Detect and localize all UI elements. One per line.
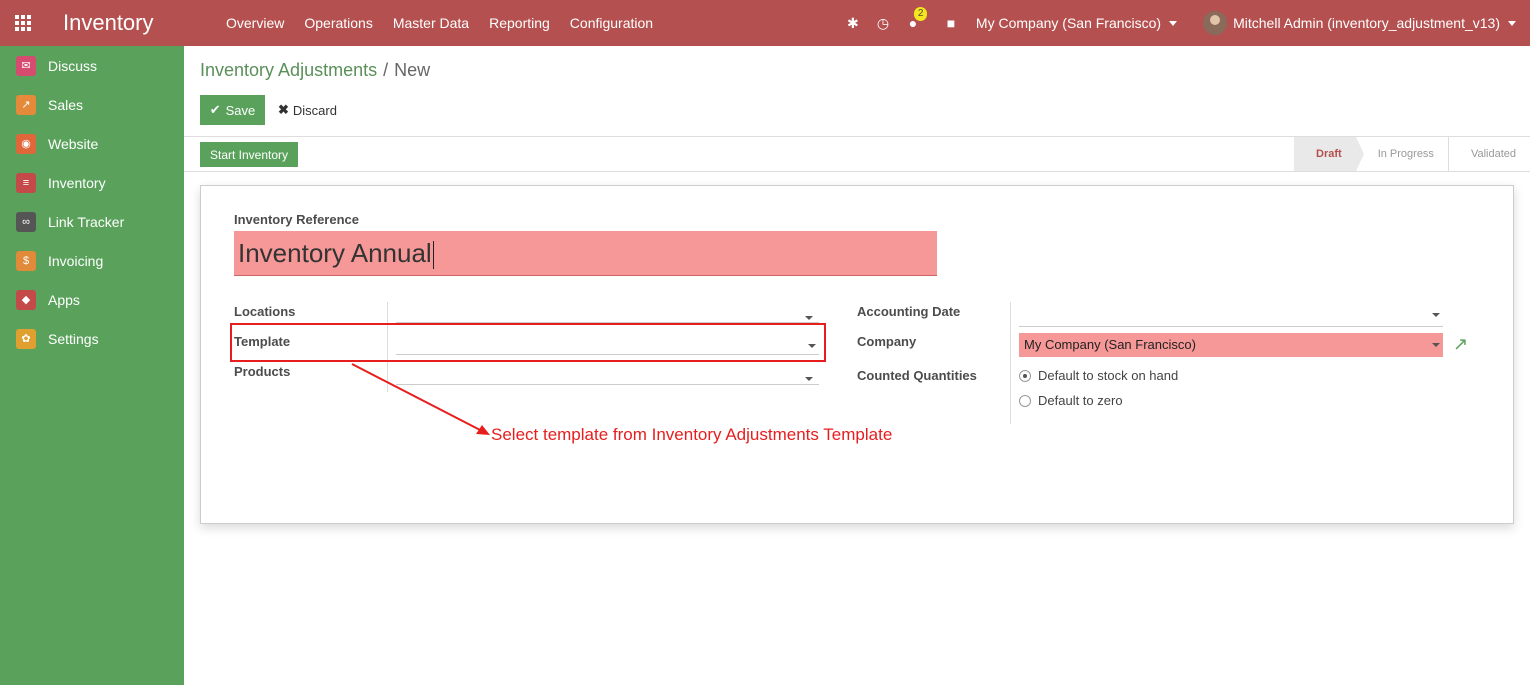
sidebar-item-label: Discuss xyxy=(48,57,98,74)
company-field[interactable]: My Company (San Francisco) xyxy=(1019,333,1443,357)
counted-quantities-label: Counted Quantities xyxy=(857,368,977,383)
sidebar-item-invoicing[interactable]: $ Invoicing xyxy=(0,241,184,280)
external-link-icon[interactable]: ↗ xyxy=(1453,334,1468,355)
chevron-down-icon[interactable] xyxy=(805,316,813,320)
settings-icon: ✿ xyxy=(16,328,36,349)
radio-label: Default to stock on hand xyxy=(1038,368,1179,383)
radio-dot xyxy=(1019,369,1031,382)
gift-icon[interactable]: ■ xyxy=(936,15,966,31)
app-brand[interactable]: Inventory xyxy=(63,10,213,36)
sidebar-item-label: Apps xyxy=(48,291,80,308)
sidebar-item-label: Settings xyxy=(48,330,99,347)
reference-label: Inventory Reference xyxy=(234,212,359,227)
website-icon: ◉ xyxy=(16,133,36,154)
status-bar: Start Inventory Draft In Progress Valida… xyxy=(184,136,1530,172)
save-button[interactable]: ✔ Save xyxy=(200,95,265,125)
breadcrumb-current: New xyxy=(394,60,431,80)
sidebar-item-label: Link Tracker xyxy=(48,213,125,230)
start-inventory-button[interactable]: Start Inventory xyxy=(200,142,299,167)
discard-button[interactable]: ✖ Discard xyxy=(278,95,337,125)
breadcrumb-parent[interactable]: Inventory Adjustments xyxy=(200,60,377,80)
user-menu[interactable]: Mitchell Admin (inventory_adjustment_v13… xyxy=(1203,11,1516,35)
radio-stock-on-hand[interactable]: Default to stock on hand xyxy=(1019,368,1178,383)
stage-label: In Progress xyxy=(1377,148,1434,160)
stage-label: Validated xyxy=(1470,148,1516,160)
inventory-icon: ≡ xyxy=(16,172,36,193)
company-label: Company xyxy=(857,334,917,349)
menu-item-reporting[interactable]: Reporting xyxy=(479,0,560,46)
main-menu: Overview Operations Master Data Reportin… xyxy=(213,0,663,46)
breadcrumb: Inventory Adjustments / New xyxy=(200,60,430,81)
radio-zero[interactable]: Default to zero xyxy=(1019,393,1123,408)
reference-value: Inventory Annual xyxy=(238,238,432,268)
company-name: My Company (San Francisco) xyxy=(975,15,1162,31)
chat-icon[interactable]: ● 2 xyxy=(898,7,928,31)
sidebar-item-sales[interactable]: ↗ Sales xyxy=(0,85,184,124)
sidebar-item-inventory[interactable]: ≡ Inventory xyxy=(0,163,184,202)
chevron-down-icon[interactable] xyxy=(1432,343,1440,347)
main-content: Inventory Adjustments / New ✔ Save ✖ Discard… xyxy=(184,46,1530,685)
company-value: My Company (San Francisco) xyxy=(1024,337,1196,352)
activity-clock-icon[interactable]: ◷ xyxy=(868,15,898,32)
discuss-icon: ✉ xyxy=(16,55,36,76)
sidebar-item-discuss[interactable]: ✉ Discuss xyxy=(0,46,184,85)
stage-label: Draft xyxy=(1316,148,1342,160)
top-navbar: Inventory Overview Operations Master Dat… xyxy=(0,0,1530,46)
sidebar-item-apps[interactable]: ◆ Apps xyxy=(0,280,184,319)
menu-item-operations[interactable]: Operations xyxy=(294,0,382,46)
apps-icon: ◆ xyxy=(16,289,36,310)
accounting-date-label: Accounting Date xyxy=(857,304,961,319)
locations-label: Locations xyxy=(234,304,296,319)
sidebar-item-link-tracker[interactable]: ∞ Link Tracker xyxy=(0,202,184,241)
chevron-down-icon[interactable] xyxy=(1432,313,1440,317)
chevron-down-icon[interactable] xyxy=(805,377,813,381)
user-name: Mitchell Admin (inventory_adjustment_v13… xyxy=(1233,15,1500,31)
chevron-down-icon xyxy=(1169,20,1178,26)
link-tracker-icon: ∞ xyxy=(16,211,36,232)
sidebar-item-website[interactable]: ◉ Website xyxy=(0,124,184,163)
annotation-text: Select template from Inventory Adjustmen… xyxy=(491,425,893,444)
breadcrumb-separator: / xyxy=(383,60,389,80)
stage-arrow xyxy=(1355,137,1364,171)
menu-item-overview[interactable]: Overview xyxy=(213,0,294,46)
template-highlight-box xyxy=(230,323,826,362)
sales-icon: ↗ xyxy=(16,94,36,115)
text-cursor xyxy=(432,241,434,270)
avatar xyxy=(1203,11,1228,35)
sidebar: ✉ Discuss ↗ Sales ◉ Website ≡ Inventory ∞ Lin… xyxy=(0,46,184,685)
field-divider xyxy=(1010,302,1011,424)
accounting-date-field[interactable] xyxy=(1019,305,1443,327)
products-field[interactable] xyxy=(396,363,819,385)
stage-draft: Draft xyxy=(1294,137,1364,171)
chat-badge: 2 xyxy=(913,7,928,21)
app-switcher-icon[interactable] xyxy=(0,0,46,46)
products-label: Products xyxy=(234,364,291,379)
invoicing-icon: $ xyxy=(16,250,36,271)
sidebar-item-label: Inventory xyxy=(48,174,106,191)
inventory-reference-input[interactable]: Inventory Annual xyxy=(234,231,937,276)
close-icon: ✖ xyxy=(278,102,289,117)
stage-in-progress: In Progress xyxy=(1356,137,1449,171)
radio-dot xyxy=(1019,394,1031,407)
stage-validated: Validated xyxy=(1449,137,1530,171)
menu-item-master-data[interactable]: Master Data xyxy=(383,0,479,46)
save-label: Save xyxy=(225,102,256,118)
sidebar-item-label: Website xyxy=(48,135,99,152)
menu-item-configuration[interactable]: Configuration xyxy=(560,0,663,46)
sidebar-item-label: Invoicing xyxy=(48,252,104,269)
check-icon: ✔ xyxy=(209,102,221,117)
sidebar-item-settings[interactable]: ✿ Settings xyxy=(0,319,184,358)
stage-pipeline: Draft In Progress Validated xyxy=(1294,137,1530,171)
chevron-down-icon xyxy=(1508,20,1516,26)
discard-label: Discard xyxy=(292,102,337,118)
sidebar-item-label: Sales xyxy=(48,96,84,113)
radio-label: Default to zero xyxy=(1038,393,1123,408)
company-switcher[interactable]: My Company (San Francisco) xyxy=(975,15,1178,31)
locations-field[interactable] xyxy=(396,301,819,323)
debug-bug-icon[interactable]: ✱ xyxy=(838,15,868,32)
